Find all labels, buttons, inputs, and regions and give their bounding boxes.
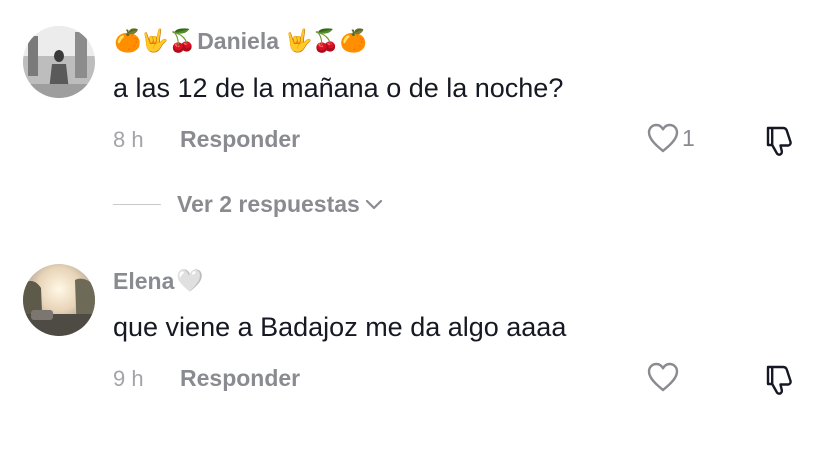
comment-item: Elena 🤍 que viene a Badajoz me da algo a…: [0, 240, 828, 458]
thumbs-down-icon: [766, 126, 792, 156]
dislike-button[interactable]: [762, 124, 796, 163]
comment-username[interactable]: Elena 🤍: [113, 268, 205, 295]
comment-item: 🍊🤟🍒 Daniela 🤟🍒🍊 a las 12 de la mañana o …: [0, 0, 828, 240]
heart-outline-icon: [647, 362, 679, 392]
avatar[interactable]: [23, 26, 95, 98]
comment-timestamp: 9 h: [113, 366, 144, 391]
thumbs-down-icon: [766, 365, 792, 395]
comment-text: que viene a Badajoz me da algo aaaa: [113, 312, 567, 342]
chevron-down-icon: [365, 199, 382, 209]
reply-button[interactable]: Responder: [180, 365, 300, 392]
comment-text: a las 12 de la mañana o de la noche?: [113, 73, 564, 103]
like-button[interactable]: 1: [646, 122, 695, 154]
view-replies-label: Ver 2 respuestas: [177, 191, 360, 217]
avatar-photo: [23, 264, 95, 336]
avatar[interactable]: [23, 264, 95, 336]
username-emoji-suffix: 🤟🍒🍊: [285, 29, 368, 54]
username-text: Daniela: [197, 28, 280, 54]
like-button[interactable]: [646, 361, 680, 393]
view-replies-button[interactable]: Ver 2 respuestas: [113, 191, 383, 218]
username-text: Elena: [113, 268, 175, 294]
avatar-photo: [23, 26, 95, 98]
username-emoji-prefix: 🍊🤟🍒: [114, 29, 197, 54]
comment-timestamp: 8 h: [113, 127, 144, 152]
replies-divider-line: [113, 204, 161, 205]
comment-username[interactable]: 🍊🤟🍒 Daniela 🤟🍒🍊: [113, 28, 368, 55]
like-count: 1: [682, 124, 695, 151]
username-emoji-suffix: 🤍: [176, 269, 204, 294]
dislike-button[interactable]: [762, 363, 796, 402]
reply-button[interactable]: Responder: [180, 126, 300, 153]
heart-outline-icon: [647, 123, 679, 153]
